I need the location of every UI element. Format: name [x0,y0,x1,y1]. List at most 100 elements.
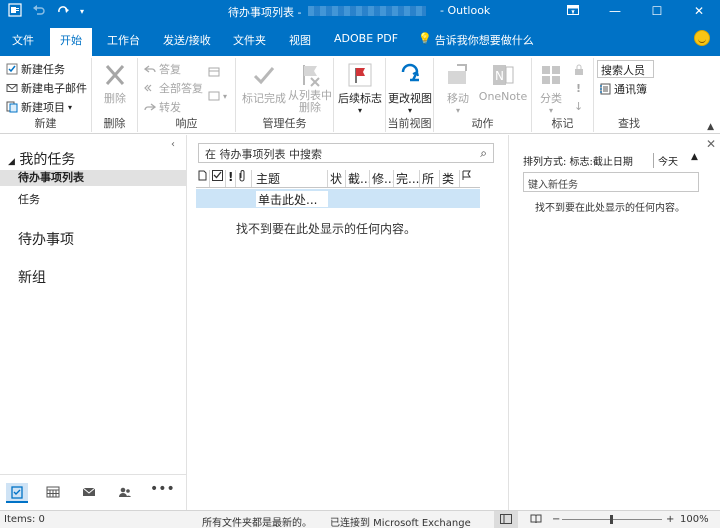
delete-button[interactable]: 删除 [100,62,130,106]
move-folder-icon [445,62,471,88]
group-respond-label: 响应 [175,117,198,130]
ribbon-display-icon[interactable] [552,0,594,22]
reading-view-icon[interactable] [530,514,542,527]
collapse-ribbon-icon[interactable]: ▲ [707,122,714,132]
reply-all-button[interactable]: 全部答复 [144,80,203,96]
flag-remove-icon [297,62,323,88]
task-list-header: ! 主题 状 截... 修... 完... 所 类 [196,168,480,188]
new-task-row-prompt[interactable]: 单击此处... [256,191,328,207]
mail-module-icon[interactable] [78,483,100,503]
nav-item-todo[interactable]: 待办事项 [18,229,74,249]
ribbon-tabs: 文件 开始 工作台 发送/接收 文件夹 视图 ADOBE PDF 💡 告诉我你想… [0,22,720,56]
change-view-button[interactable]: 更改视图 ▾ [388,62,432,115]
tab-view[interactable]: 视图 [289,32,311,48]
mark-complete-button[interactable]: 标记完成 [242,62,286,106]
col-status[interactable]: 状 [328,170,346,187]
group-find-label: 查找 [618,117,640,130]
nav-item-tasks[interactable]: 任务 [18,191,40,207]
todo-bar: ✕ 排列方式: 标志:截止日期 今天 ▲ 键入新任务 找不到要在此处显示的任何内… [508,135,720,510]
group-actions-label: 动作 [471,117,494,130]
col-subject[interactable]: 主题 [254,170,328,187]
col-flag-icon[interactable] [460,170,478,187]
new-task-button[interactable]: 新建任务 [6,61,65,77]
maximize-icon[interactable]: ☐ [636,0,678,22]
tab-folder-home[interactable]: 工作台 [107,32,140,48]
new-items-button[interactable]: 新建项目 ▾ [6,99,72,115]
tab-folder[interactable]: 文件夹 [233,32,266,48]
col-category[interactable]: 类 [440,170,460,187]
search-people-input[interactable]: 搜索人员 [597,60,654,78]
arrange-by-label[interactable]: 排列方式: 标志:截止日期 [523,153,633,168]
col-folder[interactable]: 所 [420,170,440,187]
high-importance-icon[interactable]: ! [576,82,581,95]
tab-send-receive[interactable]: 发送/接收 [163,32,211,48]
low-importance-icon[interactable]: ↓ [574,100,583,113]
collapse-folder-pane-icon[interactable]: ‹ [171,139,175,150]
col-modified[interactable]: 修... [370,170,394,187]
group-manage-label: 管理任务 [262,117,307,130]
new-task-row[interactable]: 单击此处... [196,189,480,208]
nav-item-todo-list[interactable]: 待办事项列表 [0,170,186,186]
tell-me-text: 告诉我你想要做什么 [434,34,534,47]
tasks-module-icon[interactable] [6,483,28,503]
tab-adobe-pdf[interactable]: ADOBE PDF [334,32,398,45]
reply-button[interactable]: 答复 [143,61,181,77]
col-complete-checkbox-icon[interactable] [210,170,226,187]
zoom-out-icon[interactable]: − [552,514,560,525]
close-icon[interactable]: ✕ [678,0,720,22]
zoom-level[interactable]: 100% [680,514,709,525]
sort-today[interactable]: 今天 [653,153,678,168]
col-importance-icon[interactable]: ! [226,170,236,187]
my-tasks-header[interactable]: ◢ 我的任务 [8,149,75,169]
forward-button[interactable]: 转发 [144,99,181,115]
nav-item-new-group[interactable]: 新组 [18,267,46,287]
envelope-icon [6,82,18,94]
feedback-smiley-icon[interactable] [694,30,710,46]
tab-home[interactable]: 开始 [50,28,92,56]
zoom-in-icon[interactable]: + [666,514,674,525]
col-attachment-icon[interactable] [236,170,252,187]
address-book-icon [599,83,611,95]
group-actions: 移动 ▾ N OneNote 动作 [434,58,532,132]
people-module-icon[interactable] [114,483,136,503]
window-title: 待办事项列表 - [228,6,302,19]
col-due-date[interactable]: 截... [346,170,370,187]
follow-up-button[interactable]: 后续标志 ▾ [338,62,382,115]
close-todo-bar-icon[interactable]: ✕ [706,137,716,151]
onenote-button[interactable]: N OneNote [478,62,528,103]
qat-more-icon[interactable]: ▾ [80,4,84,20]
group-delete: 删除 删除 [92,58,138,132]
calendar-module-icon[interactable] [42,483,64,503]
move-button[interactable]: 移动 ▾ [440,62,476,115]
dropdown-arrow-icon: ▾ [548,106,553,115]
more-modules-icon[interactable]: ••• [150,482,175,503]
tell-me-box[interactable]: 💡 告诉我你想要做什么 [418,32,534,48]
meeting-icon[interactable] [208,66,220,78]
task-clipboard-icon [6,63,18,75]
status-bar: Items: 0 所有文件夹都是最新的。 已连接到 Microsoft Exch… [0,510,720,528]
col-completed[interactable]: 完... [394,170,420,187]
group-delete-label: 删除 [103,117,126,130]
sync-icon[interactable] [56,3,70,21]
private-lock-icon[interactable] [574,64,584,76]
folder-pane: ‹ ◢ 我的任务 待办事项列表 任务 待办事项 新组 [0,135,187,510]
search-icon[interactable]: ⌕ [480,146,487,161]
search-input[interactable]: 在 待办事项列表 中搜索 ⌕ [198,143,494,163]
address-book-button[interactable]: 通讯簿 [599,81,647,97]
new-task-input[interactable]: 键入新任务 [523,172,699,192]
categorize-button[interactable]: 分类 ▾ [536,62,566,115]
undo-icon[interactable] [32,3,46,21]
minimize-icon[interactable]: — [594,0,636,22]
more-respond-icon[interactable]: ▾ [208,90,227,102]
dropdown-arrow-icon: ▾ [407,106,412,115]
todo-bar-empty-message: 找不到要在此处显示的任何内容。 [535,203,685,214]
sort-ascending-icon[interactable]: ▲ [691,152,698,162]
onenote-icon: N [490,62,516,88]
new-email-button[interactable]: 新建电子邮件 [6,80,87,96]
col-type-icon[interactable] [196,170,210,187]
zoom-slider-thumb[interactable] [610,515,613,524]
remove-from-list-button[interactable]: 从列表中删除 [288,62,332,114]
normal-view-icon[interactable] [494,511,518,528]
group-current-view-label: 当前视图 [387,117,432,130]
tab-file[interactable]: 文件 [12,32,34,48]
